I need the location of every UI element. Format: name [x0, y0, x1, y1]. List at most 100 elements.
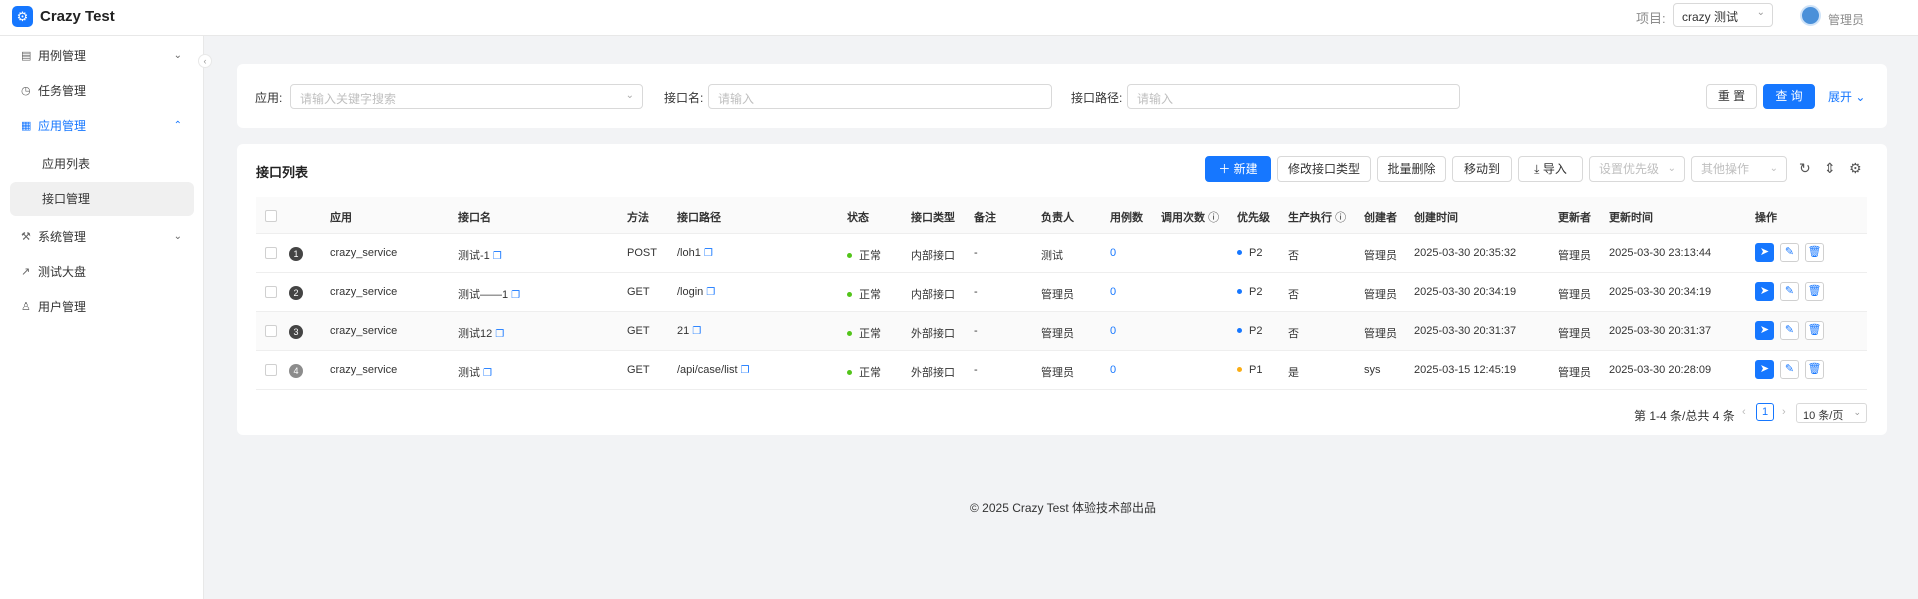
- app-filter-select[interactable]: 请输入关键字搜索 ⌄: [290, 84, 643, 109]
- copy-icon[interactable]: ❐: [483, 368, 492, 379]
- move-to-button[interactable]: 移动到: [1452, 156, 1512, 182]
- column-header: 负责人: [1041, 212, 1074, 224]
- row-checkbox[interactable]: [265, 364, 277, 376]
- expand-link[interactable]: 展开 ⌄: [1828, 88, 1865, 105]
- chevron-down-icon: ⌄: [1769, 163, 1778, 174]
- row-checkbox[interactable]: [265, 247, 277, 259]
- other-actions-select[interactable]: 其他操作 ⌄: [1691, 156, 1787, 182]
- status-dot-icon: [847, 292, 852, 297]
- chevron-down-icon: ⌄: [1853, 407, 1861, 417]
- column-header: 优先级: [1237, 212, 1270, 224]
- path-text: /api/case/list: [677, 364, 738, 376]
- updated-time-cell: 2025-03-30 23:13:44: [1609, 247, 1712, 259]
- sidebar-collapse-button[interactable]: ‹: [198, 54, 212, 68]
- name-text: 测试——1: [458, 289, 509, 301]
- query-button[interactable]: 查 询: [1763, 84, 1815, 109]
- sidebar-item-label: 用例管理: [38, 49, 87, 63]
- app-title: Crazy Test: [40, 8, 115, 25]
- sidebar-item-api-management[interactable]: 接口管理: [10, 182, 194, 216]
- sidebar-item-task-management[interactable]: ◷ 任务管理: [10, 74, 194, 108]
- edit-button[interactable]: ✎: [1780, 243, 1799, 262]
- sidebar-item-label: 系统管理: [38, 230, 87, 244]
- copy-icon[interactable]: ❐: [495, 329, 504, 340]
- copy-icon[interactable]: ❐: [706, 287, 715, 298]
- remark-cell: -: [974, 247, 978, 259]
- row-index-badge: 3: [289, 325, 303, 339]
- case-count-link[interactable]: 0: [1110, 325, 1116, 337]
- sidebar-item-app-management[interactable]: ▦ 应用管理 ⌃: [10, 109, 194, 143]
- user-name[interactable]: 管理员: [1828, 11, 1864, 28]
- page-size-select[interactable]: 10 条/页 ⌄: [1796, 403, 1867, 423]
- column-header: 接口类型: [911, 212, 955, 224]
- case-count-link[interactable]: 0: [1110, 364, 1116, 376]
- user-avatar[interactable]: [1800, 5, 1821, 26]
- updater-cell: 管理员: [1558, 250, 1591, 262]
- prev-page-icon[interactable]: ‹: [1742, 406, 1746, 418]
- next-page-icon[interactable]: ›: [1782, 406, 1786, 418]
- status-text: 正常: [859, 250, 881, 262]
- send-request-button[interactable]: ➤: [1755, 321, 1774, 340]
- select-all-checkbox[interactable]: [265, 210, 277, 222]
- edit-button[interactable]: ✎: [1780, 360, 1799, 379]
- name-filter-placeholder: 请输入: [718, 92, 755, 106]
- copy-icon[interactable]: ❐: [704, 248, 713, 259]
- row-checkbox[interactable]: [265, 286, 277, 298]
- path-filter-input[interactable]: 请输入: [1127, 84, 1460, 109]
- copy-icon[interactable]: ❐: [493, 251, 502, 262]
- case-count-link[interactable]: 0: [1110, 247, 1116, 259]
- name-filter-input[interactable]: 请输入: [708, 84, 1052, 109]
- delete-button[interactable]: 🗑: [1805, 360, 1824, 379]
- path-cell: /api/case/list ❐: [677, 364, 750, 376]
- copy-icon[interactable]: ❐: [692, 326, 701, 337]
- sidebar-item-app-list[interactable]: 应用列表: [10, 147, 194, 181]
- edit-button[interactable]: ✎: [1780, 321, 1799, 340]
- sidebar-item-user-management[interactable]: ♙ 用户管理: [10, 290, 194, 324]
- import-button[interactable]: ⤓ 导入: [1518, 156, 1583, 182]
- density-icon[interactable]: ⇕: [1824, 160, 1836, 177]
- new-api-button[interactable]: ＋ 新建: [1205, 156, 1271, 182]
- send-request-button[interactable]: ➤: [1755, 243, 1774, 262]
- send-request-button[interactable]: ➤: [1755, 360, 1774, 379]
- send-request-button[interactable]: ➤: [1755, 282, 1774, 301]
- app-filter-placeholder: 请输入关键字搜索: [300, 92, 397, 106]
- created-time-cell: 2025-03-15 12:45:19: [1414, 364, 1517, 376]
- modify-api-type-button[interactable]: 修改接口类型: [1277, 156, 1371, 182]
- refresh-icon[interactable]: ↻: [1799, 160, 1811, 177]
- status-cell: 正常: [847, 247, 881, 263]
- line-chart-icon: ↗: [21, 266, 31, 278]
- column-header: 接口名: [458, 212, 491, 224]
- column-header: 接口路径: [677, 212, 721, 224]
- path-text: /loh1: [677, 247, 701, 259]
- sidebar-item-case-management[interactable]: ▤ 用例管理 ⌄: [10, 39, 194, 73]
- type-cell: 外部接口: [911, 328, 955, 340]
- set-priority-select[interactable]: 设置优先级 ⌄: [1589, 156, 1685, 182]
- clock-icon: ◷: [21, 85, 31, 97]
- created-time-cell: 2025-03-30 20:35:32: [1414, 247, 1517, 259]
- name-text: 测试12: [458, 328, 493, 340]
- settings-icon[interactable]: ⚙: [1849, 160, 1862, 177]
- chevron-down-icon: ⌄: [1855, 90, 1866, 104]
- sidebar-item-system-management[interactable]: ⚒ 系统管理 ⌄: [10, 220, 194, 254]
- delete-button[interactable]: 🗑: [1805, 321, 1824, 340]
- batch-delete-button[interactable]: 批量删除: [1377, 156, 1446, 182]
- updater-cell: 管理员: [1558, 328, 1591, 340]
- row-checkbox[interactable]: [265, 325, 277, 337]
- chevron-down-icon: ⌄: [1756, 7, 1765, 18]
- status-text: 正常: [859, 328, 881, 340]
- wrench-icon: ⚒: [21, 231, 31, 243]
- copy-icon[interactable]: ❐: [741, 365, 750, 376]
- page-number-current[interactable]: 1: [1756, 403, 1774, 421]
- reset-button[interactable]: 重 置: [1706, 84, 1757, 109]
- path-cell: /login ❐: [677, 286, 715, 298]
- info-icon: ⓘ: [1208, 212, 1220, 224]
- user-icon: ♙: [21, 301, 31, 313]
- project-select[interactable]: crazy 测试 ⌄: [1673, 3, 1773, 27]
- app-cell: crazy_service: [330, 247, 398, 259]
- delete-button[interactable]: 🗑: [1805, 243, 1824, 262]
- case-count-link[interactable]: 0: [1110, 286, 1116, 298]
- column-header: 更新者: [1558, 212, 1591, 224]
- sidebar-item-dashboard[interactable]: ↗ 测试大盘: [10, 255, 194, 289]
- delete-button[interactable]: 🗑: [1805, 282, 1824, 301]
- copy-icon[interactable]: ❐: [511, 290, 520, 301]
- edit-button[interactable]: ✎: [1780, 282, 1799, 301]
